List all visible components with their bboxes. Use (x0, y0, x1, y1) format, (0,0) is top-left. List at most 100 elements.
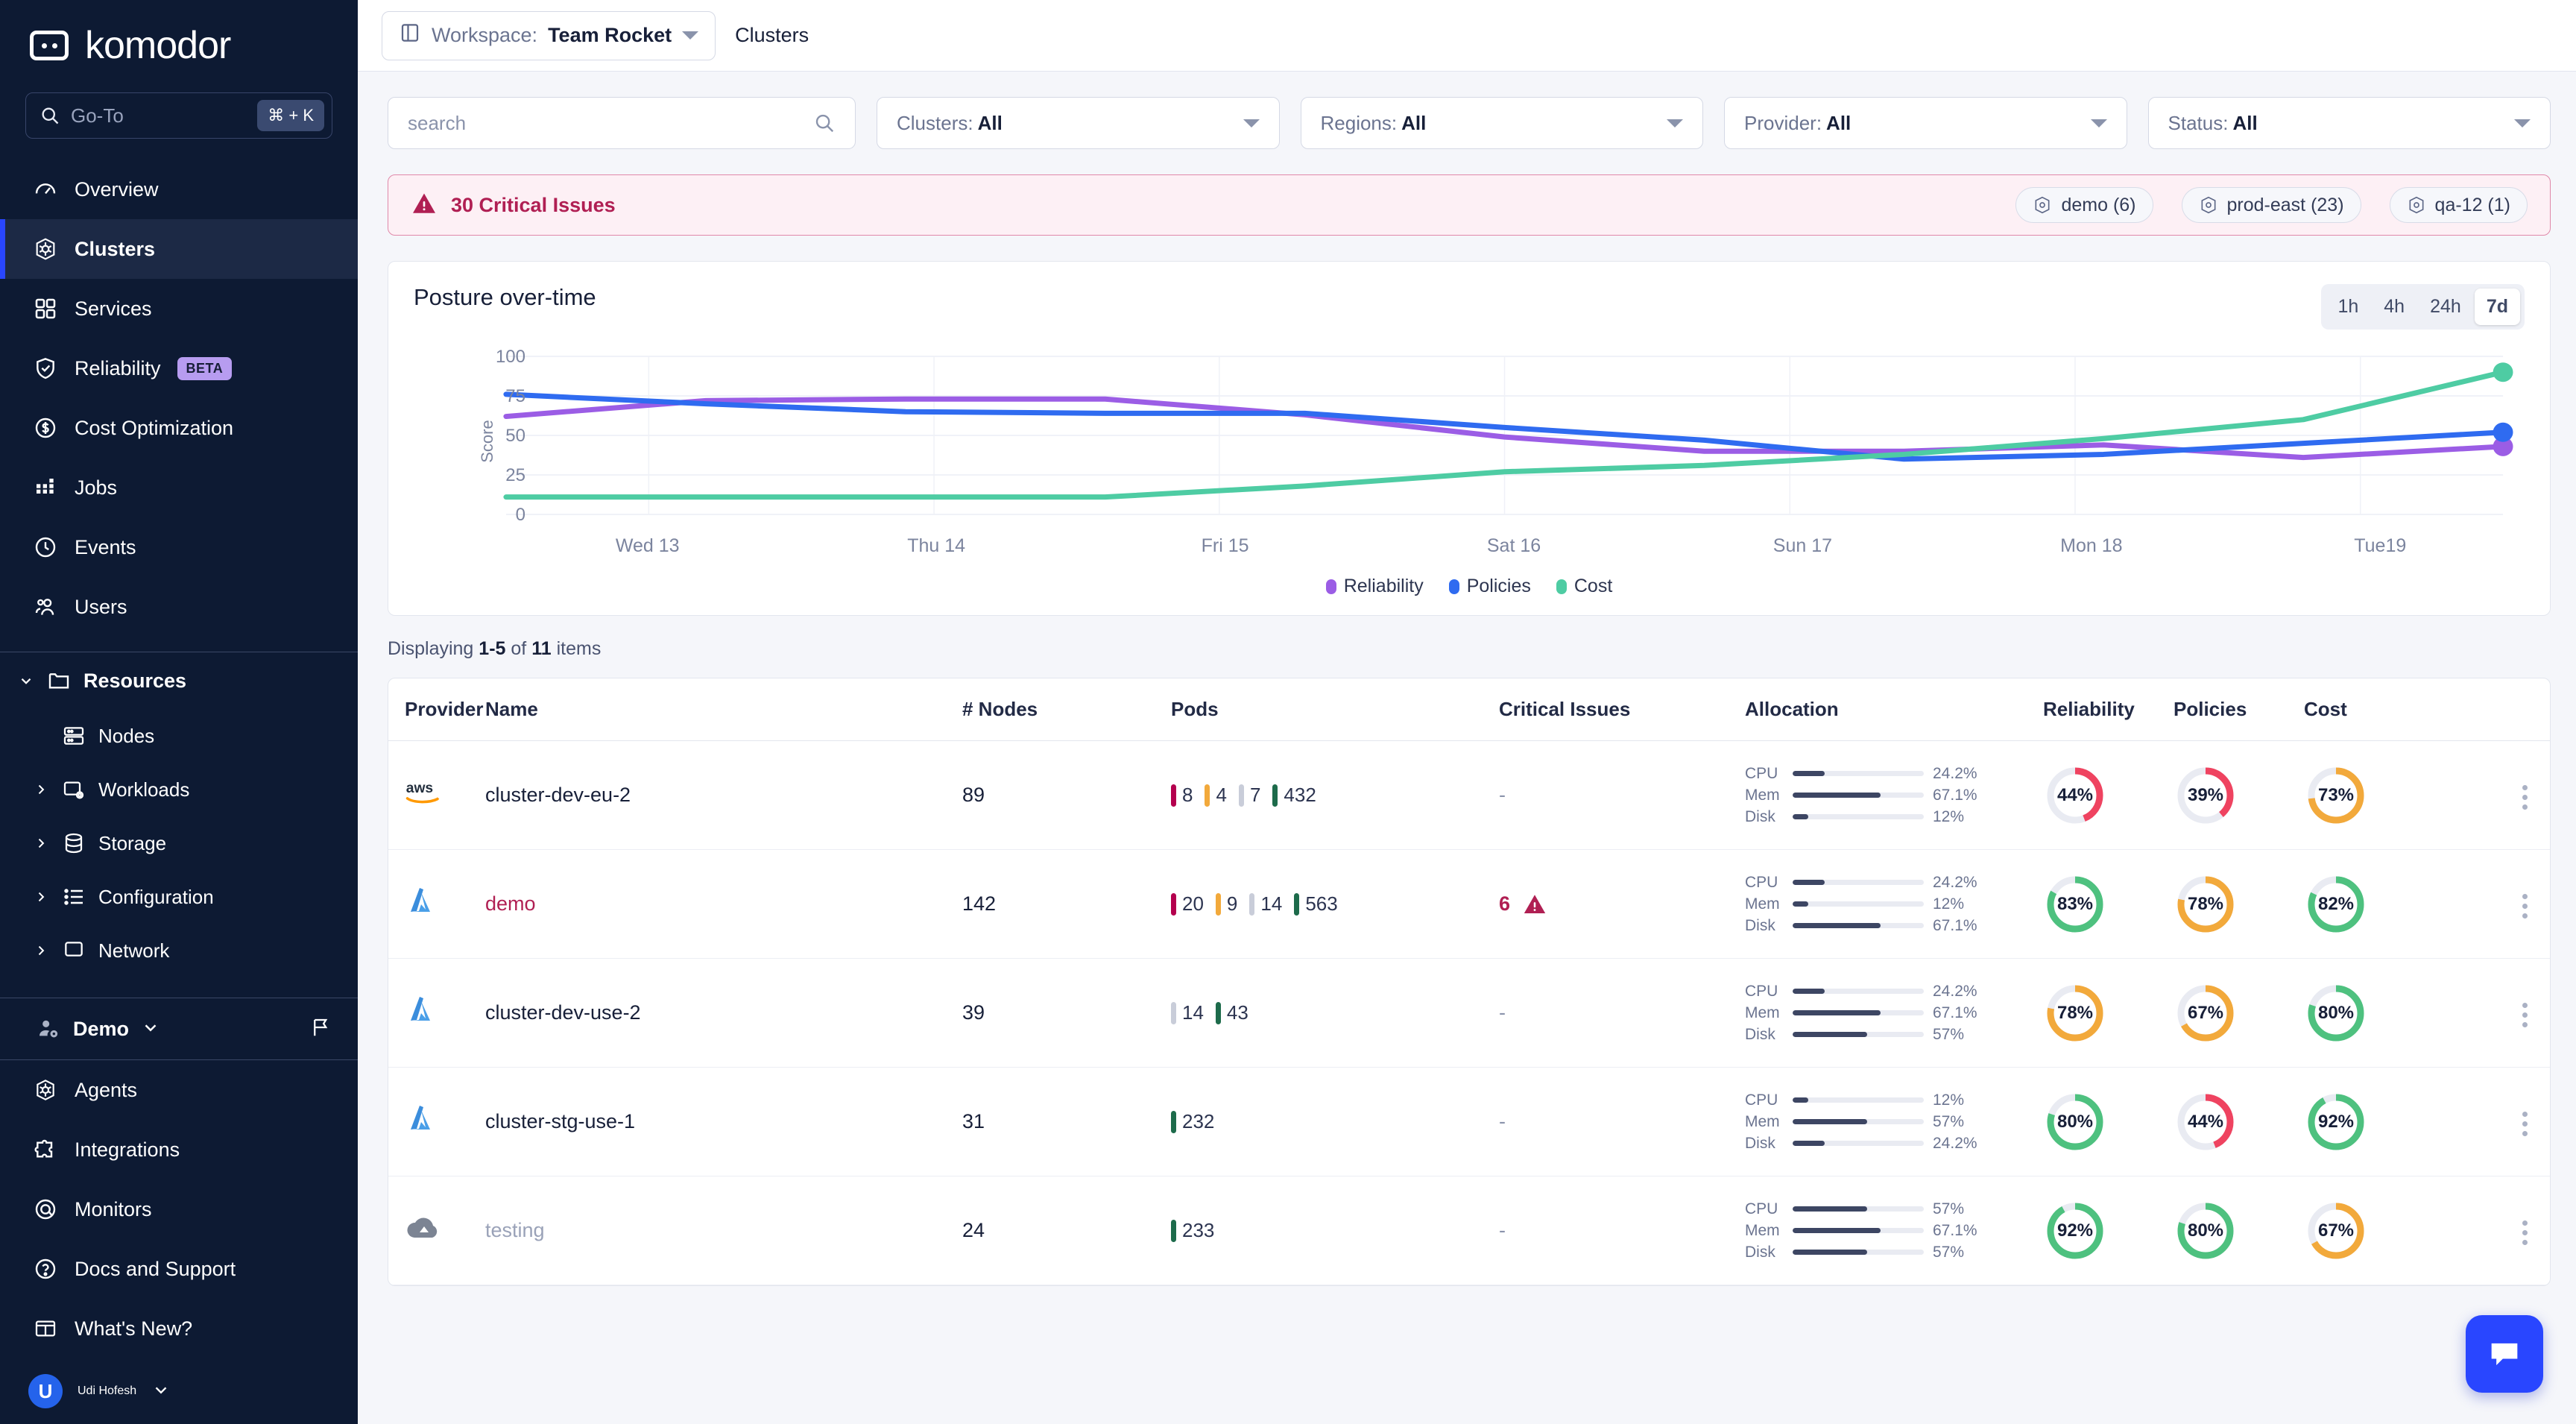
range-24h[interactable]: 24h (2418, 289, 2473, 325)
sidebar-item-events[interactable]: Events (0, 517, 358, 577)
cell-name[interactable]: cluster-dev-eu-2 (485, 784, 962, 807)
cell-name[interactable]: demo (485, 892, 962, 916)
sidebar-group-resources[interactable]: Resources (0, 652, 358, 709)
user-menu[interactable]: U Udi Hofesh (0, 1358, 358, 1424)
table-row[interactable]: demo 142 20 9 14 563 6 CPU 24.2% Mem 12% Disk 67… (388, 850, 2550, 959)
sidebar-item-reliability[interactable]: Reliability BETA (0, 338, 358, 398)
sidebar-item-whats-new[interactable]: What's New? (0, 1299, 358, 1358)
pod-count: 233 (1182, 1219, 1215, 1241)
cell-provider (388, 992, 485, 1033)
cell-pods: 20 9 14 563 (1171, 892, 1499, 916)
cell-name[interactable]: testing (485, 1219, 962, 1242)
cluster-chip[interactable]: prod-east (23) (2181, 187, 2361, 223)
users-icon (33, 594, 58, 620)
sidebar-item-configuration[interactable]: Configuration (0, 870, 358, 924)
cell-name[interactable]: cluster-dev-use-2 (485, 1001, 962, 1024)
filter-provider[interactable]: Provider: All (1724, 97, 2127, 149)
more-vertical-icon (2522, 1003, 2528, 1027)
filter-label: Provider: (1744, 111, 1822, 134)
cluster-chip[interactable]: qa-12 (1) (2389, 187, 2528, 223)
cell-provider (388, 883, 485, 924)
row-actions[interactable] (2434, 889, 2550, 919)
filter-status[interactable]: Status: All (2147, 97, 2551, 149)
cell-reliability: 78% (2043, 981, 2174, 1045)
pod-status: 7 (1238, 784, 1261, 807)
row-actions[interactable] (2434, 998, 2550, 1027)
row-actions[interactable] (2434, 781, 2550, 810)
sidebar-item-users[interactable]: Users (0, 577, 358, 637)
col-pods[interactable]: Pods (1171, 698, 1499, 721)
legend-item-policies[interactable]: Policies (1448, 576, 1531, 597)
brand-logo[interactable]: komodor (0, 0, 358, 72)
reliability-ring: 78% (2043, 981, 2107, 1045)
legend-item-reliability[interactable]: Reliability (1325, 576, 1424, 597)
cell-reliability: 92% (2043, 1199, 2174, 1263)
pod-status: 432 (1272, 784, 1316, 807)
azure-logo-icon (411, 1106, 430, 1130)
range-1h[interactable]: 1h (2326, 289, 2370, 325)
goto-wrapper: Go-To ⌘ + K (0, 72, 358, 139)
sidebar-item-monitors[interactable]: Monitors (0, 1179, 358, 1239)
col-nodes[interactable]: # Nodes (962, 698, 1171, 721)
critical-count[interactable]: 6 (1499, 892, 1745, 917)
col-cost[interactable]: Cost (2304, 698, 2434, 721)
table-row[interactable]: cluster-dev-use-2 39 14 43 - CPU 24.2% Mem 6… (388, 959, 2550, 1068)
workspace-value: Team Rocket (548, 24, 672, 46)
pod-status: 8 (1171, 784, 1193, 807)
pod-count: 7 (1249, 784, 1261, 806)
sidebar-item-workloads[interactable]: Workloads (0, 763, 358, 816)
table-row[interactable]: aws cluster-dev-eu-2 89 8 4 7 432 - CPU 24.2… (388, 741, 2550, 850)
sidebar-item-services[interactable]: Services (0, 279, 358, 338)
chat-support-button[interactable] (2466, 1315, 2543, 1393)
cell-cost: 73% (2304, 763, 2434, 828)
filter-clusters[interactable]: Clusters: All (877, 97, 1280, 149)
range-4h[interactable]: 4h (2372, 289, 2416, 325)
warning-triangle-icon (1524, 894, 1546, 913)
col-provider[interactable]: Provider (388, 698, 485, 721)
allocation-bar (1793, 814, 1924, 819)
row-actions[interactable] (2434, 1107, 2550, 1136)
avatar: U (28, 1374, 63, 1408)
cell-name[interactable]: cluster-stg-use-1 (485, 1110, 962, 1133)
svg-text:aws: aws (406, 781, 433, 796)
col-policies[interactable]: Policies (2174, 698, 2304, 721)
table-row[interactable]: cluster-stg-use-1 31 232 - CPU 12% Mem 57% D… (388, 1068, 2550, 1176)
sidebar-item-clusters[interactable]: Clusters (0, 219, 358, 279)
range-7d[interactable]: 7d (2474, 289, 2520, 325)
goto-search[interactable]: Go-To ⌘ + K (25, 92, 332, 139)
col-allocation[interactable]: Allocation (1745, 698, 2043, 721)
table-row[interactable]: testing 24 233 - CPU 57% Mem 67.1% Disk 57% 9… (388, 1176, 2550, 1285)
score-value: 92% (2317, 1111, 2355, 1132)
col-name[interactable]: Name (485, 698, 962, 721)
x-tick-label: Fri 15 (1201, 535, 1249, 556)
legend-item-cost[interactable]: Cost (1556, 576, 1612, 597)
col-critical[interactable]: Critical Issues (1499, 698, 1745, 721)
sidebar-item-integrations[interactable]: Integrations (0, 1120, 358, 1179)
cell-pods: 8 4 7 432 (1171, 784, 1499, 807)
sidebar-item-storage[interactable]: Storage (0, 816, 358, 870)
sidebar-item-agents[interactable]: Agents (0, 1060, 358, 1120)
allocation-bar (1793, 1119, 1924, 1124)
sidebar-item-overview[interactable]: Overview (0, 160, 358, 219)
server-icon (61, 723, 86, 749)
cell-critical-issues: - (1499, 1001, 1745, 1024)
reliability-ring: 80% (2043, 1090, 2107, 1154)
allocation-row: Disk 57% (1745, 1024, 2043, 1045)
critical-issues-text: 30 Critical Issues (451, 193, 616, 216)
search-input[interactable]: search (388, 97, 856, 149)
sidebar-item-network[interactable]: Network (0, 924, 358, 977)
flag-icon[interactable] (310, 1016, 332, 1042)
sidebar-item-nodes[interactable]: Nodes (0, 709, 358, 763)
workspace-selector[interactable]: Workspace: Team Rocket (382, 10, 716, 60)
row-actions[interactable] (2434, 1216, 2550, 1245)
allocation-label: Disk (1745, 807, 1775, 825)
filter-regions[interactable]: Regions: All (1300, 97, 1703, 149)
sidebar-item-docs-and-support[interactable]: Docs and Support (0, 1239, 358, 1299)
col-reliability[interactable]: Reliability (2043, 698, 2174, 721)
account-switcher[interactable]: Demo (0, 998, 358, 1060)
cell-cost: 80% (2304, 981, 2434, 1045)
shield-check-icon (33, 356, 58, 381)
sidebar-item-jobs[interactable]: Jobs (0, 458, 358, 517)
cluster-chip[interactable]: demo (6) (2015, 187, 2153, 223)
sidebar-item-cost-optimization[interactable]: Cost Optimization (0, 398, 358, 458)
